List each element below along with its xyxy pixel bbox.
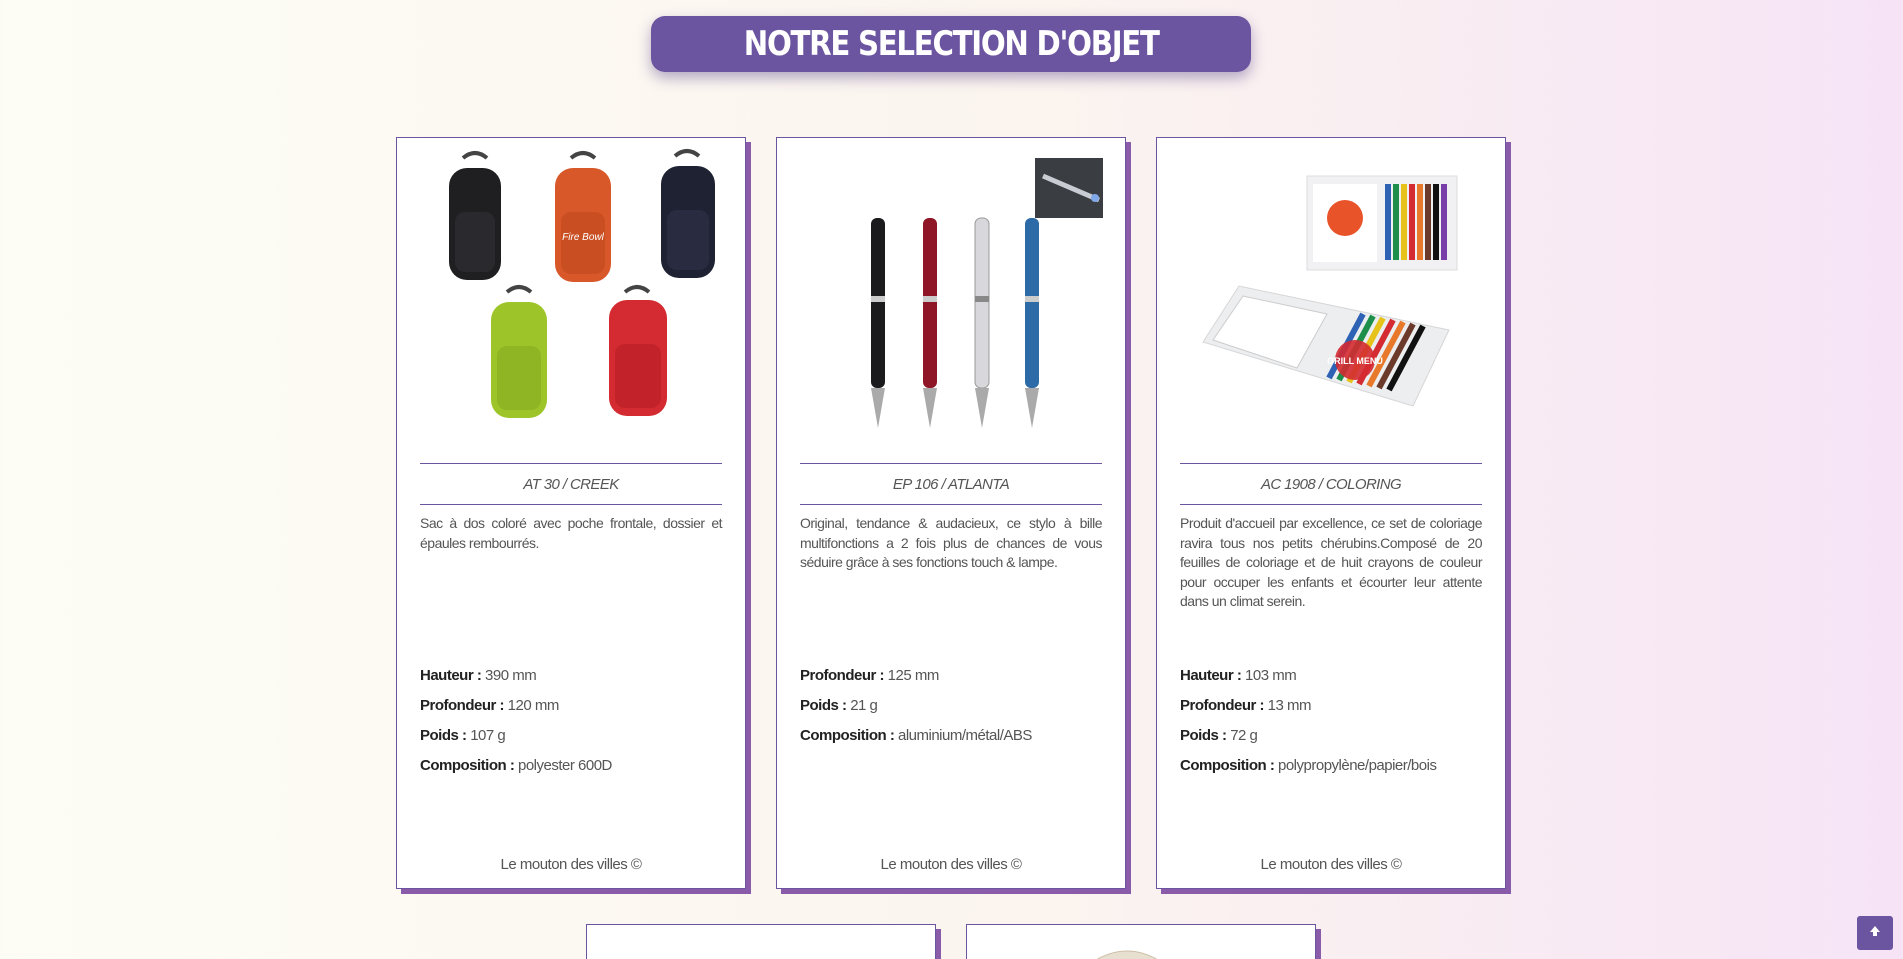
spec-label: Profondeur : [800, 667, 885, 684]
product-description: Sac à dos coloré avec poche frontale, do… [420, 515, 723, 551]
coloring-box-small [1306, 175, 1458, 271]
spec-row: Profondeur : 125 mm [800, 661, 1102, 691]
spec-label: Composition : [800, 727, 895, 744]
pen-silver [974, 217, 990, 428]
spec-row: Poids : 21 g [800, 691, 1102, 721]
spec-row: Composition : polypropylène/papier/bois [1180, 751, 1482, 781]
pen-blue [1025, 218, 1039, 428]
product-card-partial [966, 924, 1316, 959]
spec-row: Hauteur : 390 mm [420, 661, 722, 691]
scroll-to-top-button[interactable] [1857, 916, 1893, 950]
spec-label: Profondeur : [420, 697, 505, 714]
spec-row: Poids : 72 g [1180, 721, 1482, 751]
copyright-text: Le mouton des villes © [500, 856, 642, 873]
spec-label: Hauteur : [1180, 667, 1242, 684]
pen-black [871, 218, 885, 428]
spec-label: Poids : [420, 727, 467, 744]
copyright-text: Le mouton des villes © [880, 856, 1022, 873]
spec-value: 103 mm [1245, 667, 1297, 684]
page-title: NOTRE SELECTION D'OBJET [743, 24, 1160, 64]
product-specs: Hauteur : 103 mm Profondeur : 13 mm Poid… [1180, 661, 1482, 781]
coloring-box-large: GRILL MENU [1202, 285, 1450, 407]
product-specs: Profondeur : 125 mm Poids : 21 g Composi… [800, 661, 1102, 751]
product-ref: EP 106 / ATLANTA [800, 463, 1102, 505]
product-card-partial [586, 924, 936, 959]
spec-row: Poids : 107 g [420, 721, 722, 751]
spec-value: aluminium/métal/ABS [898, 727, 1032, 744]
section-title-banner: NOTRE SELECTION D'OBJET [651, 16, 1251, 72]
product-ref: AC 1908 / COLORING [1180, 463, 1482, 505]
product-card-creek: Fire Bowl AT 30 / CREEK Sac à dos coloré… [396, 137, 746, 889]
spec-value: 72 g [1230, 727, 1258, 744]
product-card-coloring: GRILL MENU AC 1908 / COLORING Produit d'… [1156, 137, 1506, 889]
spec-value: 107 g [470, 727, 506, 744]
spec-value: 390 mm [485, 667, 537, 684]
spec-label: Hauteur : [420, 667, 482, 684]
spec-label: Profondeur : [1180, 697, 1265, 714]
spec-label: Composition : [420, 757, 515, 774]
product-image-partial [1096, 950, 1158, 959]
spec-value: polypropylène/papier/bois [1278, 757, 1437, 774]
product-card-atlanta: EP 106 / ATLANTA Original, tendance & au… [776, 137, 1126, 889]
backpack-black [449, 151, 501, 280]
copyright-text: Le mouton des villes © [1260, 856, 1402, 873]
backpack-orange: Fire Bowl [555, 151, 611, 282]
spec-value: 120 mm [507, 697, 560, 714]
spec-row: Profondeur : 120 mm [420, 691, 722, 721]
spec-row: Composition : aluminium/métal/ABS [800, 721, 1102, 751]
product-specs: Hauteur : 390 mm Profondeur : 120 mm Poi… [420, 661, 722, 781]
spec-label: Composition : [1180, 757, 1275, 774]
spec-value: 125 mm [887, 667, 940, 684]
coloring-logo-text: GRILL MENU [1327, 356, 1383, 366]
product-description: Produit d'accueil par excellence, ce set… [1180, 515, 1483, 609]
spec-value: 21 g [850, 697, 878, 714]
product-image-coloring-set: GRILL MENU [1202, 175, 1458, 407]
backpack-logo-text: Fire Bowl [562, 232, 604, 243]
product-ref: AT 30 / CREEK [420, 463, 722, 505]
product-image-backpacks: Fire Bowl [449, 149, 715, 418]
pen-red [923, 218, 937, 428]
spec-value: 13 mm [1267, 697, 1312, 714]
pen-detail-inset [1035, 158, 1103, 218]
product-description: Original, tendance & audacieux, ce stylo… [800, 515, 1103, 570]
backpack-red [609, 285, 667, 416]
spec-row: Hauteur : 103 mm [1180, 661, 1482, 691]
arrow-up-icon [1868, 924, 1882, 943]
spec-row: Profondeur : 13 mm [1180, 691, 1482, 721]
spec-label: Poids : [1180, 727, 1227, 744]
backpack-navy [661, 149, 715, 278]
spec-label: Poids : [800, 697, 847, 714]
spec-value: polyester 600D [518, 757, 612, 774]
product-image-pens [871, 158, 1103, 428]
spec-row: Composition : polyester 600D [420, 751, 722, 781]
backpack-green [491, 285, 547, 418]
